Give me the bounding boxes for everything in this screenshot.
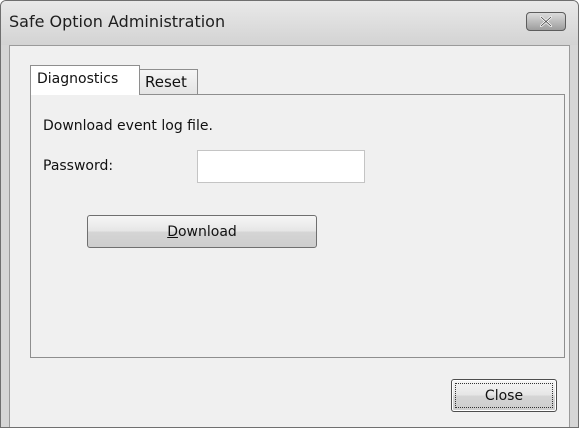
password-label: Password:	[43, 158, 114, 174]
password-input[interactable]	[197, 150, 365, 183]
download-description: Download event log file.	[43, 118, 213, 134]
close-window-button[interactable]	[526, 12, 566, 31]
tab-reset[interactable]: Reset	[140, 69, 198, 95]
title-bar[interactable]: Safe Option Administration	[1, 1, 578, 45]
download-button[interactable]: Download	[87, 215, 317, 248]
window-title: Safe Option Administration	[9, 12, 226, 31]
close-button[interactable]: Close	[451, 379, 557, 412]
close-button-label: Close	[484, 387, 524, 404]
download-mnemonic: D	[167, 223, 178, 240]
dialog-window: Safe Option Administration Diagnostics R…	[0, 0, 579, 428]
tab-diagnostics[interactable]: Diagnostics	[30, 65, 140, 95]
dialog-client-area: Diagnostics Reset Download event log fil…	[9, 45, 570, 427]
diagnostics-panel: Download event log file. Password: Downl…	[30, 94, 565, 358]
close-x-icon	[540, 16, 552, 27]
download-label: ownload	[177, 223, 237, 240]
